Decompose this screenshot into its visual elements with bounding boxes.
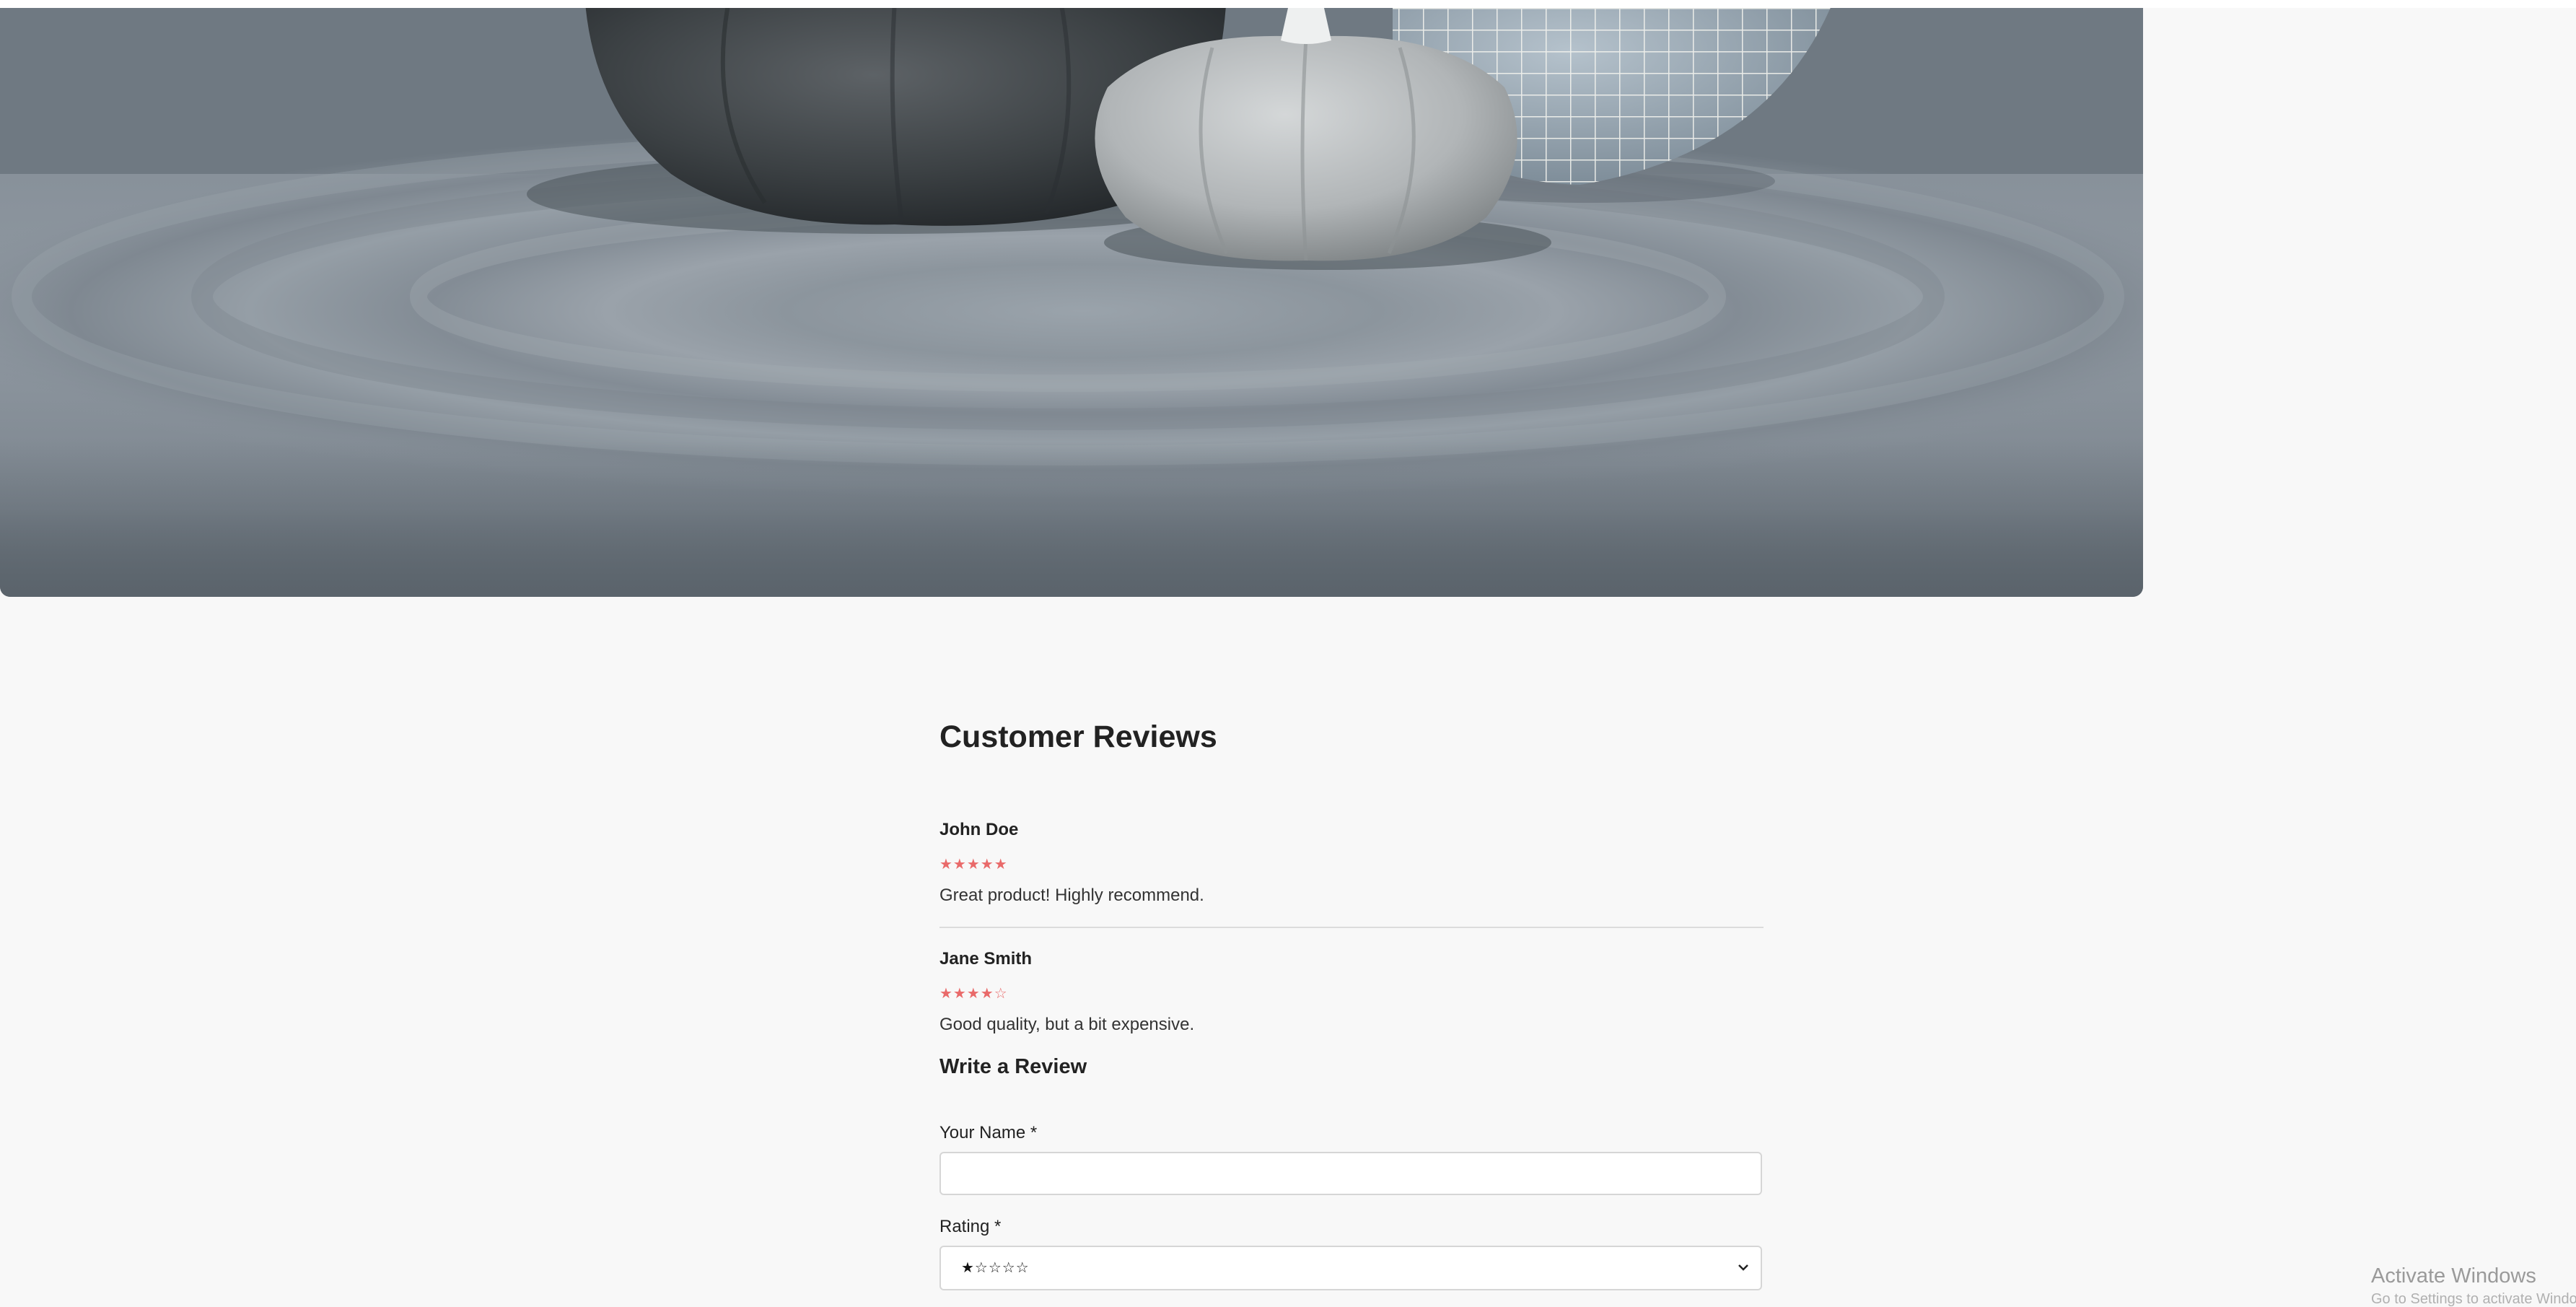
rating-select-value: ★☆☆☆☆ (961, 1260, 1030, 1276)
write-review-heading: Write a Review (939, 1055, 1087, 1078)
name-field-label: Your Name * (939, 1123, 1038, 1142)
chevron-down-icon (1738, 1264, 1748, 1271)
reviewer-name: Jane Smith (939, 949, 1033, 969)
name-input[interactable] (939, 1152, 1762, 1195)
reviews-heading: Customer Reviews (939, 720, 1217, 754)
rating-stars: ★★★★☆ (939, 986, 1008, 1002)
customer-reviews-section: Customer Reviews (939, 722, 1764, 753)
review-text: Good quality, but a bit expensive. (939, 1015, 1195, 1034)
activate-windows-subtext: Go to Settings to activate Windows. (2371, 1291, 2576, 1307)
review-divider (939, 927, 1764, 928)
review-text: Great product! Highly recommend. (939, 886, 1204, 905)
product-hero-image (0, 8, 2143, 597)
hero-illustration (0, 8, 2143, 597)
reviewer-name: John Doe (939, 820, 1019, 839)
rating-select[interactable]: ★☆☆☆☆ (939, 1246, 1762, 1290)
activate-windows-watermark: Activate Windows (2371, 1264, 2536, 1288)
rating-field-label: Rating * (939, 1217, 1002, 1236)
browser-top-strip (0, 0, 2576, 8)
rating-stars: ★★★★★ (939, 857, 1008, 873)
